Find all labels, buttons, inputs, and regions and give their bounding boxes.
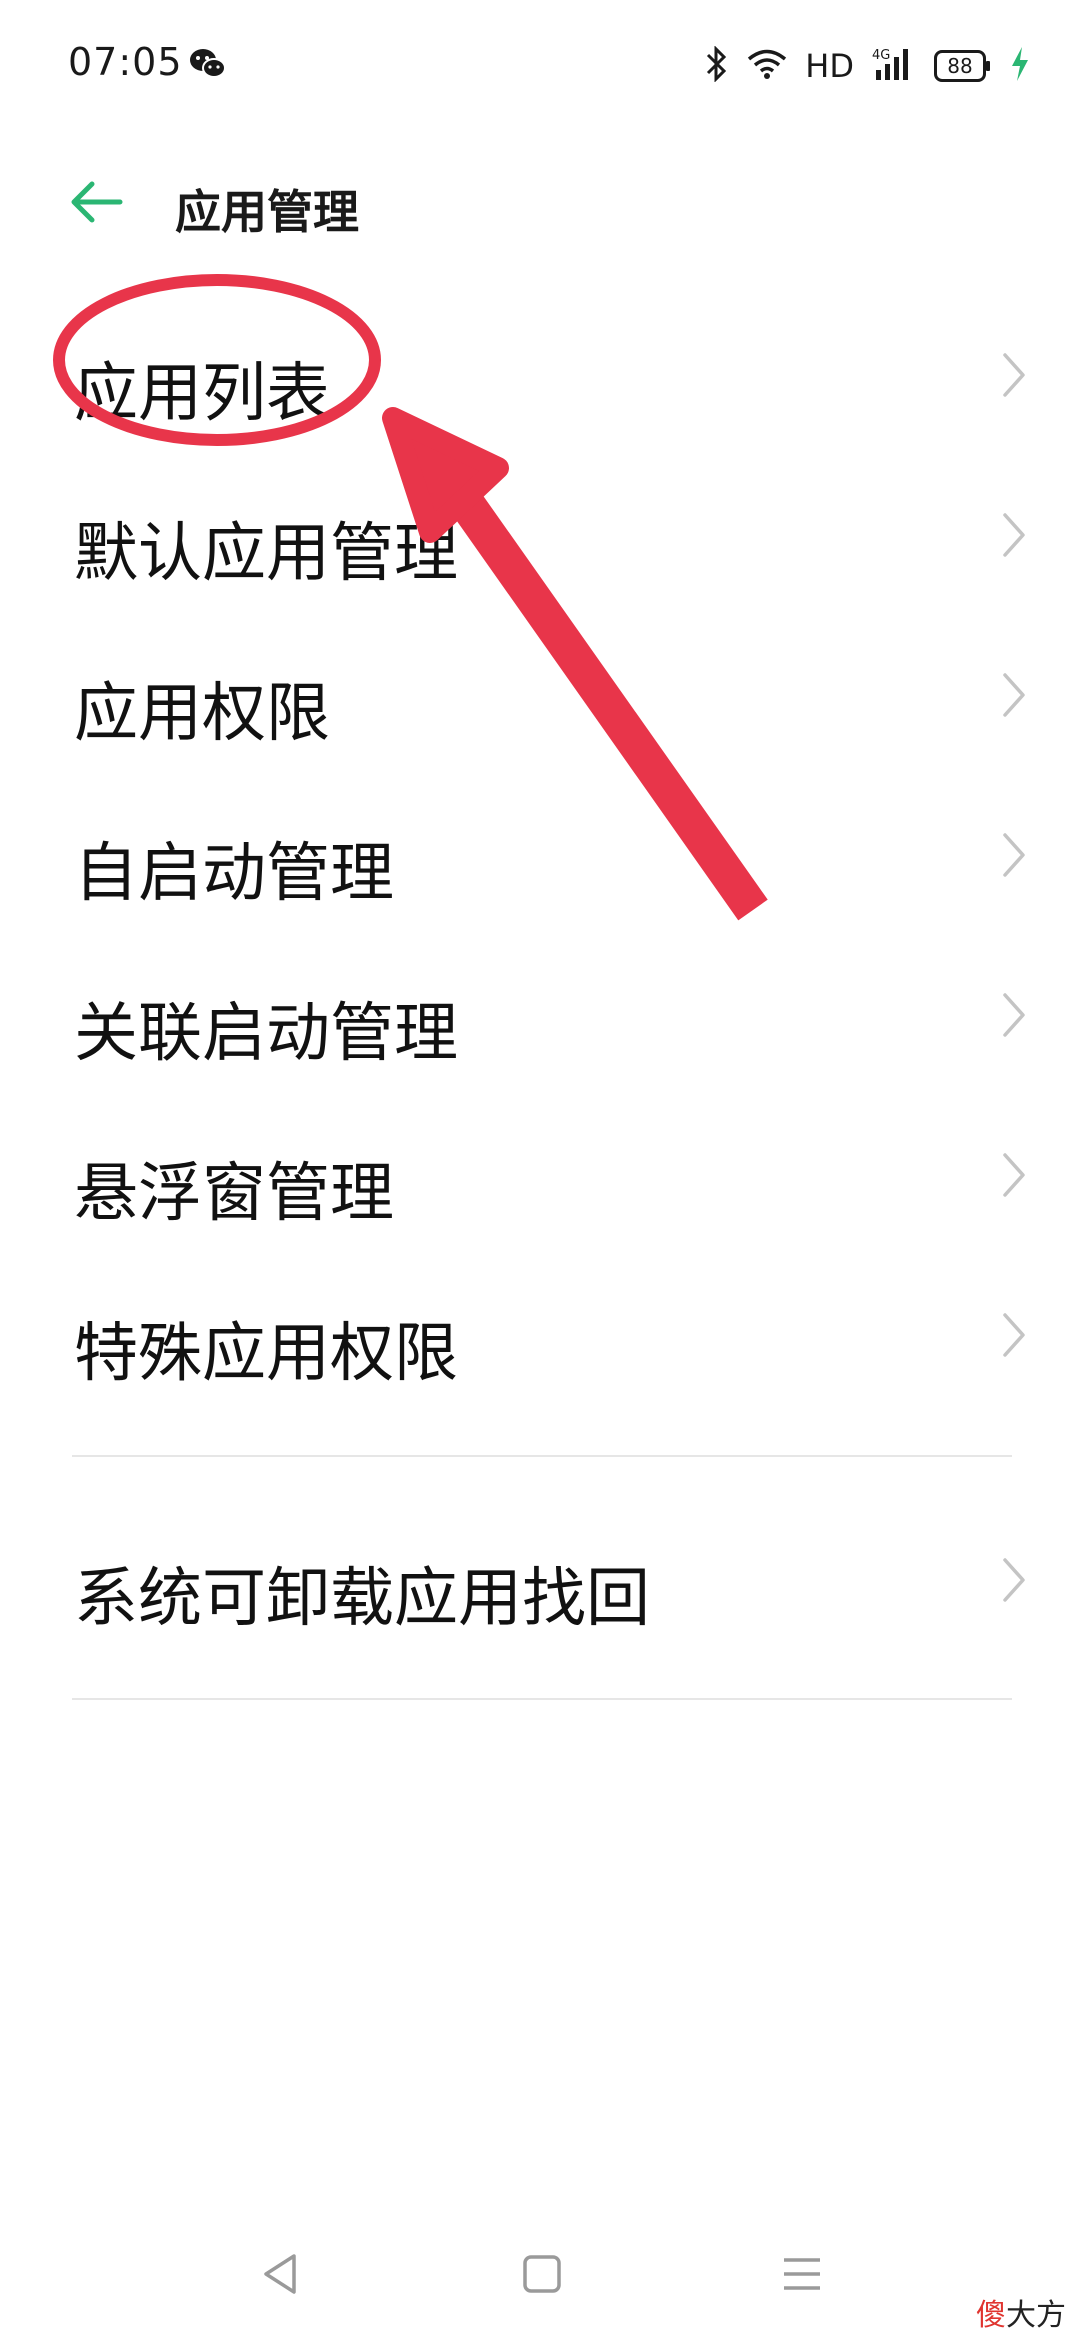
menu-item-label: 系统可卸载应用找回 [74,1562,650,1636]
watermark: 傻大方 [976,2290,1066,2334]
menu-item-app-list[interactable]: 应用列表 [0,300,1080,450]
menu-item-label: 特殊应用权限 [74,1317,458,1391]
menu-item-default-apps[interactable]: 默认应用管理 [0,460,1080,610]
chevron-right-icon [1002,1557,1026,1607]
back-button[interactable] [62,170,130,238]
divider [72,1698,1012,1700]
nav-back-button[interactable] [250,2246,310,2306]
battery-level: 88 [934,50,986,82]
menu-item-label: 关联启动管理 [74,997,458,1071]
divider [72,1455,1012,1457]
chevron-right-icon [1002,672,1026,722]
menu-item-label: 悬浮窗管理 [74,1157,394,1231]
chevron-right-icon [1002,1312,1026,1362]
status-bar: 07:05 HD 4G 88 [0,0,1080,130]
page-title: 应用管理 [175,185,359,239]
chevron-right-icon [1002,832,1026,882]
status-time: 07:05 [68,40,183,84]
menu-item-autostart[interactable]: 自启动管理 [0,780,1080,930]
menu-item-label: 自启动管理 [74,837,394,911]
charging-icon [1010,47,1030,85]
4g-signal-icon: 4G [872,46,916,86]
menu-item-label: 应用列表 [74,357,330,431]
nav-recents-button[interactable] [772,2246,832,2306]
menu-item-label: 应用权限 [74,677,330,751]
chevron-right-icon [1002,992,1026,1042]
menu-item-floating-window[interactable]: 悬浮窗管理 [0,1100,1080,1250]
menu-lines-icon [780,2254,824,2298]
wechat-icon [188,46,228,86]
navigation-bar [0,2210,1080,2340]
hd-label: HD [805,47,854,85]
chevron-right-icon [1002,352,1026,402]
bluetooth-icon [703,45,729,86]
menu-item-special-permissions[interactable]: 特殊应用权限 [0,1260,1080,1410]
nav-home-button[interactable] [512,2246,572,2306]
watermark-text: 大方 [1006,2298,1066,2333]
battery-icon: 88 [934,50,992,82]
menu-item-associated-launch[interactable]: 关联启动管理 [0,940,1080,1090]
chevron-right-icon [1002,1152,1026,1202]
chevron-right-icon [1002,512,1026,562]
svg-text:4G: 4G [872,48,890,63]
watermark-char: 傻 [976,2298,1006,2333]
wifi-icon [747,48,787,84]
menu-item-recover-system-apps[interactable]: 系统可卸载应用找回 [0,1505,1080,1655]
status-icons: HD 4G 88 [703,44,1030,88]
menu-item-label: 默认应用管理 [74,517,458,591]
home-square-icon [522,2254,562,2298]
arrow-left-icon [68,180,124,228]
header: 应用管理 [0,150,1080,260]
back-triangle-icon [260,2252,300,2300]
menu-item-app-permissions[interactable]: 应用权限 [0,620,1080,770]
